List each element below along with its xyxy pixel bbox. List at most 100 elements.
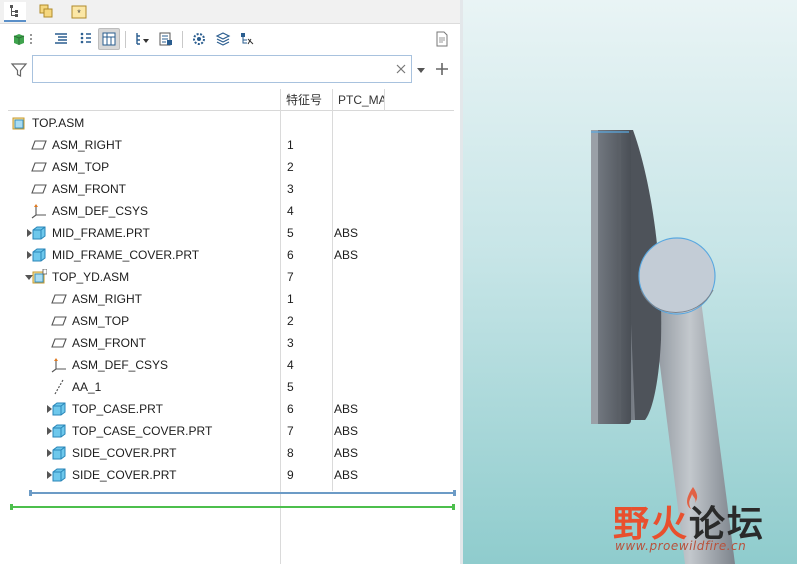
rim-highlight [591,130,598,424]
datum-plane-icon [31,137,47,153]
tree-row[interactable]: ASM_DEF_CSYS 4 [8,200,454,222]
ptc-material-cell: ABS [334,468,359,482]
tree-row[interactable]: ASM_DEF_CSYS 4 [8,354,454,376]
tree-item-label: ASM_DEF_CSYS [52,204,149,218]
ptc-material-cell: ABS [334,248,359,262]
feature-id-cell: 2 [287,160,294,174]
svg-text:*: * [77,8,81,18]
toolbar-separator [182,31,183,48]
datum-plane-icon [31,159,47,175]
tree-item-label: TOP.ASM [32,116,85,130]
feature-id-cell: 6 [287,248,294,262]
tree-row[interactable]: ASM_TOP 2 [8,156,454,178]
tree-filters-button[interactable] [74,28,96,50]
layers-tab[interactable] [36,2,58,22]
tree-row[interactable]: ASM_TOP 2 [8,310,454,332]
feature-id-cell: 4 [287,358,294,372]
ptc-material-cell: ABS [334,424,359,438]
search-input[interactable] [32,55,412,83]
feature-id-cell: 7 [287,424,294,438]
tree-settings-button[interactable] [236,28,258,50]
column-divider[interactable] [332,89,333,111]
column-header-ptc[interactable]: PTC_MA [332,89,384,111]
tree-row[interactable]: SIDE_COVER.PRT 9 ABS [8,464,454,486]
feature-id-cell: 4 [287,204,294,218]
toolbar-separator [125,31,126,48]
tree-row[interactable]: ASM_FRONT 3 [8,178,454,200]
favorites-tab[interactable]: * [68,2,90,22]
part-icon [31,225,47,241]
watermark-logo: 野火论坛 www.proewildfire.cn [613,487,793,560]
tree-row[interactable]: MID_FRAME.PRT 5 ABS [8,222,454,244]
settings-table-button[interactable] [98,28,120,50]
tree-row[interactable]: SIDE_COVER.PRT 8 ABS [8,442,454,464]
search-dropdown-icon[interactable] [415,64,427,74]
model-tree-panel: * 特征号 PTC_MA TOP.ASM ASM_RIGHT 1 ASM_TOP… [0,0,461,564]
tree-row[interactable]: ASM_RIGHT 1 [8,134,454,156]
model-tree-tab[interactable] [4,2,26,22]
table-icon [102,32,116,46]
column-header-feature-id[interactable]: 特征号 [280,89,322,111]
datum-plane-icon [51,335,67,351]
insert-here-marker[interactable] [29,490,456,496]
datum-plane-icon [31,181,47,197]
layers-view-button[interactable] [212,28,234,50]
part-icon [51,401,67,417]
tree-row[interactable]: MID_FRAME_COVER.PRT 6 ABS [8,244,454,266]
feature-id-cell: 5 [287,380,294,394]
panel-tabs: * [0,0,461,24]
layers-icon [39,4,53,18]
datum-plane-icon [51,313,67,329]
clear-search-icon[interactable] [394,62,408,76]
add-filter-icon[interactable] [434,61,450,77]
tree-item-label: ASM_RIGHT [52,138,123,152]
filter-icon[interactable] [10,61,28,79]
feature-id-cell: 1 [287,292,294,306]
assembly-icon [31,269,47,285]
tree-item-label: TOP_CASE_COVER.PRT [72,424,213,438]
gear-icon [193,33,205,45]
part-icon [51,423,67,439]
list-dots-icon [80,32,91,44]
tree-end-marker [10,504,455,510]
tree-filter-icon [136,33,149,45]
document-icon [436,31,448,47]
expand-filter-button[interactable] [131,28,153,50]
rim-groove [617,132,621,422]
tree-header: 特征号 PTC_MA [8,89,454,111]
tree-row[interactable]: AA_1 5 [8,376,454,398]
tree-row[interactable]: ASM_RIGHT 1 [8,288,454,310]
model-info-button[interactable] [155,28,177,50]
list-indent-icon [55,33,67,44]
datum-axis-icon [51,379,67,395]
tree-item-label: ASM_TOP [72,314,130,328]
regenerate-settings-button[interactable] [188,28,210,50]
tree-item-label: ASM_RIGHT [72,292,143,306]
feature-id-cell: 3 [287,336,294,350]
ptc-material-cell: ABS [334,226,359,240]
stack-icon [215,32,231,46]
search-row [0,55,461,85]
tree-row[interactable]: ASM_FRONT 3 [8,332,454,354]
graphics-viewport[interactable]: 野火论坛 www.proewildfire.cn [463,0,797,564]
feature-id-cell: 1 [287,138,294,152]
tree-item-label: AA_1 [72,380,102,394]
feature-id-cell: 5 [287,226,294,240]
tree-columns-button[interactable] [50,28,72,50]
tree-row[interactable]: TOP_YD.ASM 7 [8,266,454,288]
cube-display-icon [13,34,25,45]
tree-item-label: TOP_YD.ASM [52,270,130,284]
datum-plane-icon [51,291,67,307]
column-divider[interactable] [280,89,281,111]
model-tree-icon [10,5,18,17]
tree-toolbar [0,26,461,54]
tree-row[interactable]: TOP_CASE.PRT 6 ABS [8,398,454,420]
tree-row[interactable]: TOP_CASE_COVER.PRT 7 ABS [8,420,454,442]
show-display-dropdown[interactable] [26,28,36,50]
coordinate-system-icon [31,203,47,219]
part-icon [51,467,67,483]
column-divider[interactable] [384,89,385,111]
feature-id-cell: 3 [287,182,294,196]
preview-doc-button[interactable] [431,28,453,50]
tree-row[interactable]: TOP.ASM [8,112,454,134]
